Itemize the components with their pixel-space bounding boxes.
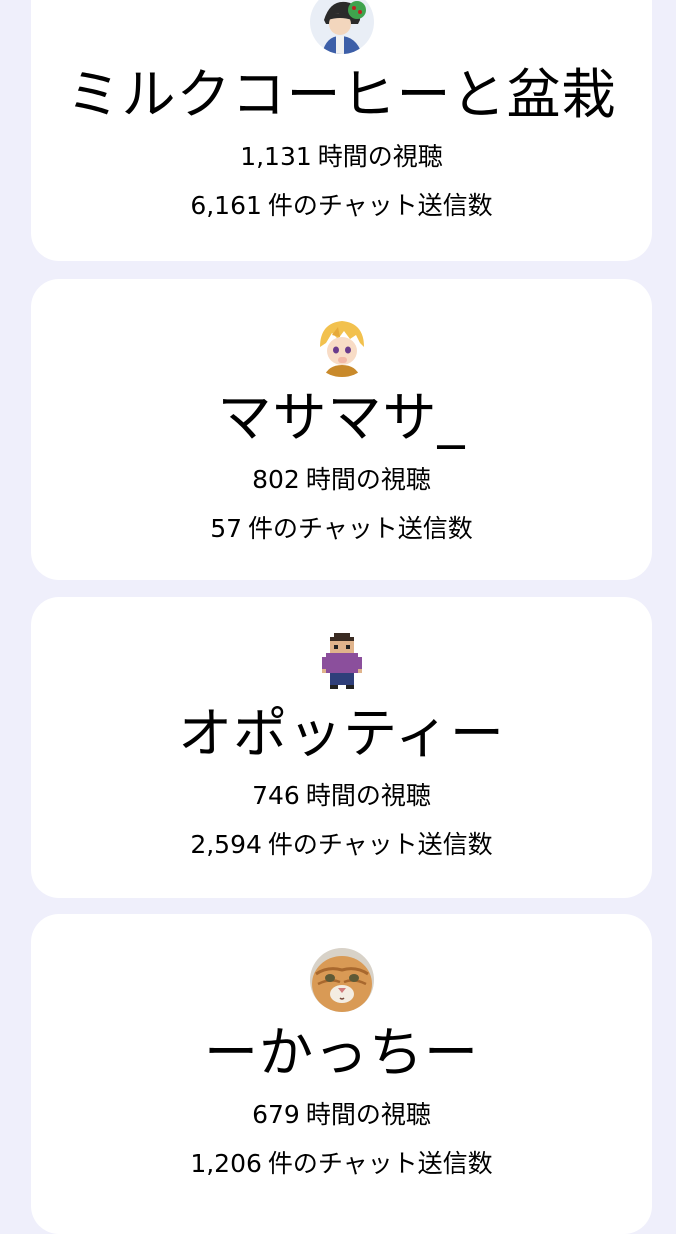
watch-hours-value: 679 — [252, 1100, 300, 1129]
watch-hours-value: 802 — [252, 465, 300, 494]
chat-count-label: 件のチャット送信数 — [267, 191, 493, 220]
chat-count: 6,161 件のチャット送信数 — [190, 193, 492, 218]
chat-count-label: 件のチャット送信数 — [267, 1149, 493, 1178]
viewer-name: ミルクコーヒーと盆栽 — [66, 63, 617, 126]
viewer-card: ミルクコーヒーと盆栽 1,131 時間の視聴 6,161 件のチャット送信数 — [31, 0, 652, 261]
chat-count-value: 6,161 — [190, 191, 262, 220]
watch-hours-value: 746 — [252, 781, 300, 810]
blonde-anime-boy-avatar-icon — [309, 313, 374, 377]
watch-hours: 1,131 時間の視聴 — [240, 144, 443, 169]
viewer-name: マサマサ_ — [217, 386, 466, 449]
viewer-card: ーかっちー 679 時間の視聴 1,206 件のチャット送信数 — [31, 914, 652, 1234]
cat-photo-avatar-icon — [309, 948, 374, 1012]
watch-hours-label: 時間の視聴 — [317, 142, 443, 171]
viewer-card: オポッティー 746 時間の視聴 2,594 件のチャット送信数 — [31, 597, 652, 898]
chat-count: 1,206 件のチャット送信数 — [190, 1151, 492, 1176]
watch-hours: 746 時間の視聴 — [252, 783, 431, 808]
chat-count-value: 57 — [210, 514, 243, 543]
watch-hours: 802 時間の視聴 — [252, 467, 431, 492]
chat-count-value: 1,206 — [190, 1149, 262, 1178]
chat-count-label: 件のチャット送信数 — [267, 830, 493, 859]
watch-hours-label: 時間の視聴 — [305, 1100, 431, 1129]
pixel-art-character-avatar-icon — [309, 629, 374, 693]
watch-hours-label: 時間の視聴 — [305, 465, 431, 494]
chat-count: 2,594 件のチャット送信数 — [190, 832, 492, 857]
viewer-name: ーかっちー — [204, 1021, 479, 1084]
watch-hours-label: 時間の視聴 — [305, 781, 431, 810]
chat-count: 57 件のチャット送信数 — [210, 516, 473, 541]
anime-character-avatar-icon — [309, 0, 374, 54]
watch-hours: 679 時間の視聴 — [252, 1102, 431, 1127]
viewer-ranking-list: ミルクコーヒーと盆栽 1,131 時間の視聴 6,161 件のチャット送信数 マサマ… — [0, 0, 676, 1234]
viewer-card: マサマサ_ 802 時間の視聴 57 件のチャット送信数 — [31, 279, 652, 580]
viewer-name: オポッティー — [178, 702, 505, 765]
chat-count-label: 件のチャット送信数 — [248, 514, 473, 543]
watch-hours-value: 1,131 — [240, 142, 312, 171]
chat-count-value: 2,594 — [190, 830, 262, 859]
